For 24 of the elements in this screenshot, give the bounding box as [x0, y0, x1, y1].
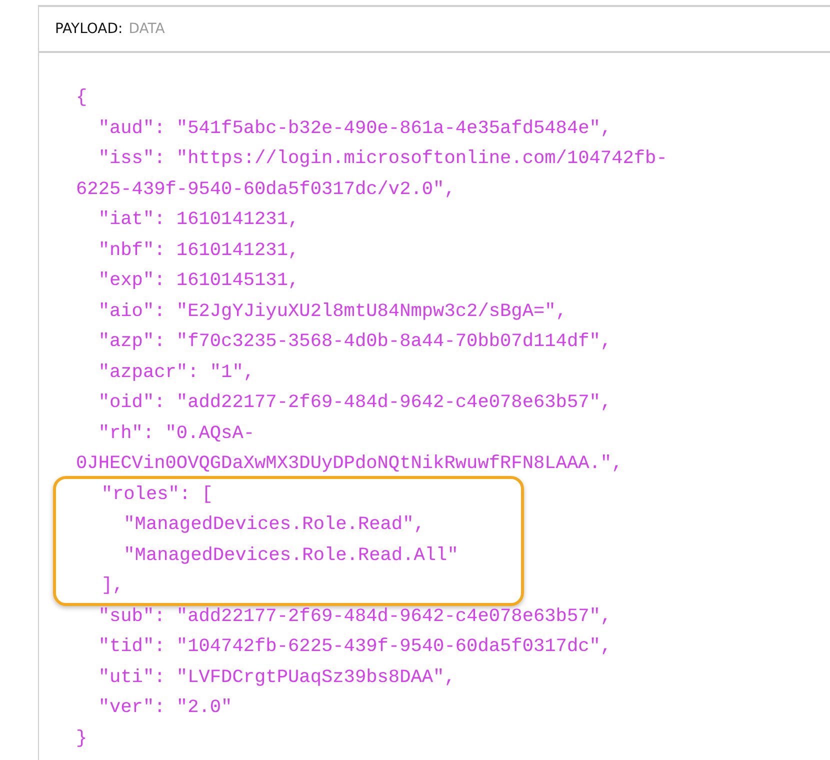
- code-line: "tid": "104742fb-6225-439f-9540-60da5f0317dc",: [97, 635, 612, 659]
- code-line: "iss": "https://login.microsoftonline.com/104742fb-: [97, 147, 668, 171]
- code-line: "roles": [: [100, 482, 213, 506]
- code-line: ],: [100, 574, 124, 598]
- code-line: "aio": "E2JgYJiyuXU2l8mtU84Nmpw3c2/sBgA=",: [97, 300, 567, 324]
- code-line: 6225-439f-9540-60da5f0317dc/v2.0",: [76, 178, 456, 202]
- code-line: "azpacr": "1",: [97, 360, 255, 384]
- code-line: "ver": "2.0": [97, 696, 232, 720]
- code-line: "uti": "LVFDCrgtPUaqSz39bs8DAA",: [97, 666, 456, 690]
- code-line: }: [76, 726, 88, 750]
- code-line: {: [76, 86, 88, 110]
- code-line: "iat": 1610141231,: [97, 208, 300, 232]
- code-line: "rh": "0.AQsA-: [97, 422, 255, 446]
- header-value: DATA: [128, 21, 165, 37]
- code-line: 0JHECVin0OVQGDaXwMX3DUyDPdoNQtNikRwuwfRFN8LAAA.",: [76, 452, 623, 476]
- code-line: "ManagedDevices.Role.Read.All": [122, 544, 458, 568]
- code-line: "oid": "add22177-2f69-484d-9642-c4e078e63b57",: [97, 391, 612, 415]
- code-line: "sub": "add22177-2f69-484d-9642-c4e078e63b57",: [97, 604, 612, 628]
- header-label: PAYLOAD:: [55, 21, 123, 37]
- code-line: "nbf": 1610141231,: [97, 238, 300, 262]
- code-line: "exp": 1610145131,: [97, 269, 300, 293]
- code-line: "ManagedDevices.Role.Read",: [122, 513, 425, 537]
- code-line: "aud": "541f5abc-b32e-490e-861a-4e35afd5484e",: [97, 116, 612, 140]
- code-line: "azp": "f70c3235-3568-4d0b-8a44-70bb07d114df",: [97, 330, 612, 354]
